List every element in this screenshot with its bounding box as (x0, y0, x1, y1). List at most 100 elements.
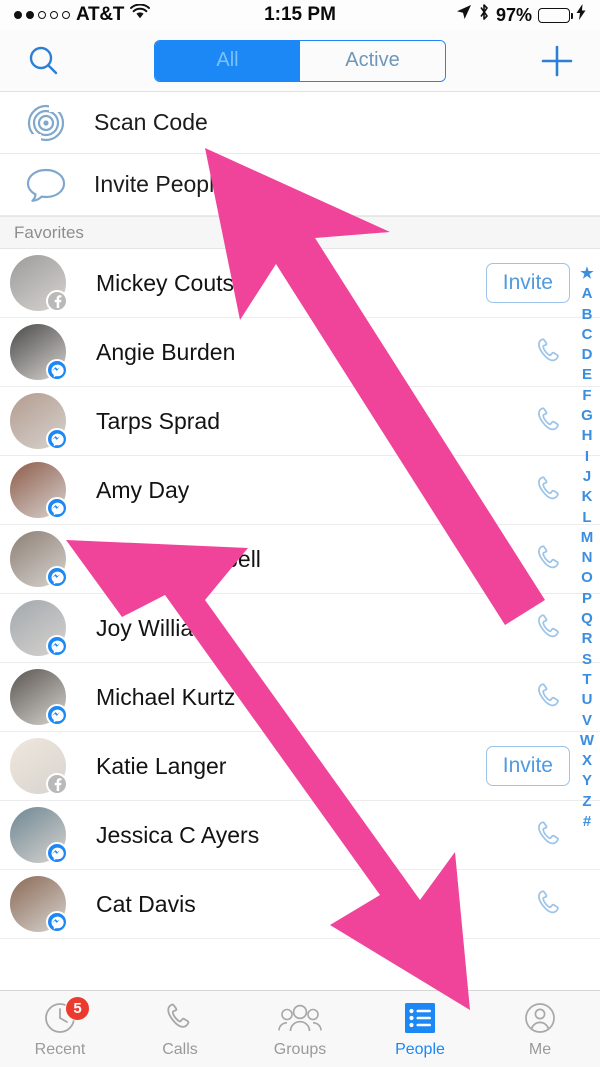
plus-icon[interactable] (534, 38, 580, 84)
index-letter[interactable]: D (582, 345, 593, 365)
tab-all[interactable]: All (155, 40, 300, 81)
messenger-badge-icon (46, 359, 68, 381)
index-letter[interactable]: Q (581, 609, 593, 629)
contact-row[interactable]: Jayne Campbell (0, 525, 600, 594)
contact-name: Jayne Campbell (96, 545, 261, 572)
tab-active[interactable]: Active (300, 40, 445, 81)
contact-row[interactable]: Jessica C Ayers (0, 801, 600, 870)
contact-row[interactable]: Cat Davis (0, 870, 600, 939)
tab-me[interactable]: Me (480, 999, 600, 1059)
index-letter[interactable]: V (582, 711, 592, 731)
index-letter[interactable]: P (582, 589, 592, 609)
contact-name: Mickey Couts (96, 269, 235, 296)
contact-row[interactable]: Mickey Couts Invite (0, 249, 600, 318)
index-letter[interactable]: O (581, 568, 593, 588)
index-letter[interactable]: Z (582, 792, 591, 812)
battery-percent-label: 97% (495, 4, 532, 25)
index-letter[interactable]: A (582, 284, 593, 304)
index-letter[interactable]: ★ (580, 264, 593, 284)
contact-row[interactable]: Katie Langer Invite (0, 732, 600, 801)
index-letter[interactable]: # (583, 812, 591, 832)
invite-button[interactable]: Invite (485, 263, 570, 303)
index-letter[interactable]: S (582, 650, 592, 670)
index-letter[interactable]: T (582, 670, 591, 690)
avatar (10, 807, 68, 864)
tab-recent[interactable]: 5 Recent (0, 996, 120, 1059)
bluetooth-icon (478, 3, 490, 27)
status-bar-right: 97% (336, 3, 586, 27)
tab-people[interactable]: People (360, 999, 480, 1059)
nav-bar: All Active (0, 30, 600, 92)
status-bar-left: AT&T (14, 3, 264, 26)
action-row-scan-code[interactable]: Scan Code (0, 92, 600, 154)
index-letter[interactable]: I (585, 447, 589, 467)
messenger-badge-icon (46, 566, 68, 588)
status-bar-center: 1:15 PM (264, 4, 336, 26)
index-letter[interactable]: X (582, 751, 592, 771)
contact-row[interactable]: Joy Williams (0, 594, 600, 663)
contact-name: Cat Davis (96, 890, 196, 917)
index-letter[interactable]: L (582, 508, 591, 528)
call-icon[interactable] (530, 680, 570, 714)
call-icon[interactable] (530, 473, 570, 507)
speech-bubble-icon (24, 166, 68, 204)
search-icon[interactable] (20, 38, 66, 84)
tab-groups[interactable]: Groups (240, 999, 360, 1059)
alphabet-index-strip[interactable]: ★ A B C D E F G H I J K L M N O P Q R S T U V W X Y Z # (576, 264, 598, 832)
clock-label: 1:15 PM (264, 4, 336, 25)
contact-name: Angie Burden (96, 338, 236, 365)
contact-name: Joy Williams (96, 614, 224, 641)
bottom-tab-bar: 5 Recent Calls Groups People Me (0, 990, 600, 1067)
people-group-icon (278, 999, 322, 1037)
messenger-badge-icon (46, 635, 68, 657)
contact-row[interactable]: Tarps Sprad (0, 387, 600, 456)
avatar (10, 876, 68, 933)
messenger-badge-icon (46, 428, 68, 450)
avatar (10, 669, 68, 726)
index-letter[interactable]: Y (582, 771, 592, 791)
index-letter[interactable]: N (582, 548, 593, 568)
contact-row[interactable]: Angie Burden (0, 318, 600, 387)
contact-row[interactable]: Amy Day (0, 456, 600, 525)
tab-label: Recent (34, 1041, 86, 1058)
list-icon (403, 999, 437, 1037)
action-row-invite-people[interactable]: Invite People (0, 154, 600, 216)
location-arrow-icon (456, 4, 472, 26)
contact-name: Michael Kurtz (96, 683, 236, 710)
index-letter[interactable]: W (580, 731, 594, 751)
messenger-badge-icon (46, 842, 68, 864)
index-letter[interactable]: F (582, 386, 591, 406)
call-icon[interactable] (530, 542, 570, 576)
index-letter[interactable]: J (583, 467, 591, 487)
wifi-icon (130, 3, 151, 26)
call-icon[interactable] (530, 887, 570, 921)
index-letter[interactable]: C (582, 325, 593, 345)
person-icon (522, 999, 558, 1037)
index-letter[interactable]: G (581, 406, 593, 426)
call-icon[interactable] (530, 404, 570, 438)
index-letter[interactable]: E (582, 365, 592, 385)
index-letter[interactable]: M (581, 528, 594, 548)
contact-row[interactable]: Michael Kurtz (0, 663, 600, 732)
tab-label: Groups (273, 1041, 327, 1058)
tab-calls[interactable]: Calls (120, 999, 240, 1059)
scan-code-icon (24, 101, 68, 144)
messenger-badge-icon (46, 911, 68, 933)
call-icon[interactable] (530, 818, 570, 852)
index-letter[interactable]: H (582, 426, 593, 446)
call-icon[interactable] (530, 335, 570, 369)
facebook-badge-icon (46, 773, 68, 795)
contact-name: Katie Langer (96, 752, 227, 779)
index-letter[interactable]: U (582, 690, 593, 710)
avatar (10, 462, 68, 519)
index-letter[interactable]: K (582, 487, 593, 507)
action-label-scan-code: Scan Code (94, 109, 208, 135)
index-letter[interactable]: R (582, 629, 593, 649)
clock-icon: 5 (42, 996, 90, 1037)
avatar (10, 738, 68, 795)
index-letter[interactable]: B (582, 305, 593, 325)
call-icon[interactable] (530, 611, 570, 645)
filter-segmented-control[interactable]: All Active (154, 39, 446, 82)
invite-button[interactable]: Invite (485, 746, 570, 786)
tab-label: Me (528, 1041, 552, 1058)
